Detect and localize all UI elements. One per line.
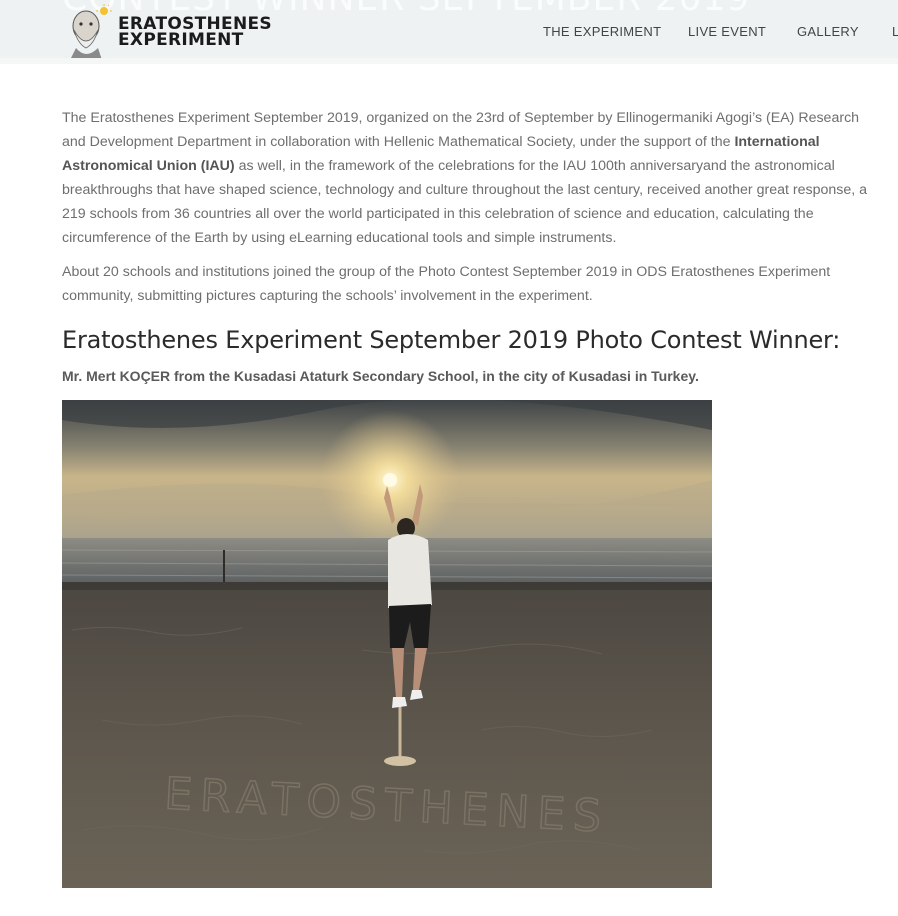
logo-wordmark: ERATOSTHENES EXPERIMENT — [118, 14, 272, 50]
nav-gallery[interactable]: GALLERY — [797, 24, 859, 39]
contest-paragraph: About 20 schools and institutions joined… — [62, 264, 831, 304]
nav-item-truncated[interactable]: L — [892, 24, 898, 39]
winner-heading: Eratosthenes Experiment September 2019 P… — [62, 326, 841, 354]
nav-the-experiment[interactable]: THE EXPERIMENT — [543, 24, 661, 39]
site-header: CONTEST WINNER SEPTEMBER 2019 ERATOSTHEN… — [0, 0, 898, 58]
article-body: The Eratosthenes Experiment September 20… — [62, 106, 898, 318]
sun-icon — [100, 7, 108, 15]
intro-paragraph: The Eratosthenes Experiment September 20… — [62, 110, 868, 246]
nav-live-event[interactable]: LIVE EVENT — [688, 24, 766, 39]
site-logo[interactable]: ERATOSTHENES EXPERIMENT — [62, 2, 282, 58]
winner-photo[interactable]: ERATOSTHENES — [62, 400, 712, 888]
eratosthenes-portrait-icon — [71, 4, 112, 58]
winner-name: Mr. Mert KOÇER from the Kusadasi Ataturk… — [62, 368, 699, 384]
header-divider — [0, 58, 898, 64]
